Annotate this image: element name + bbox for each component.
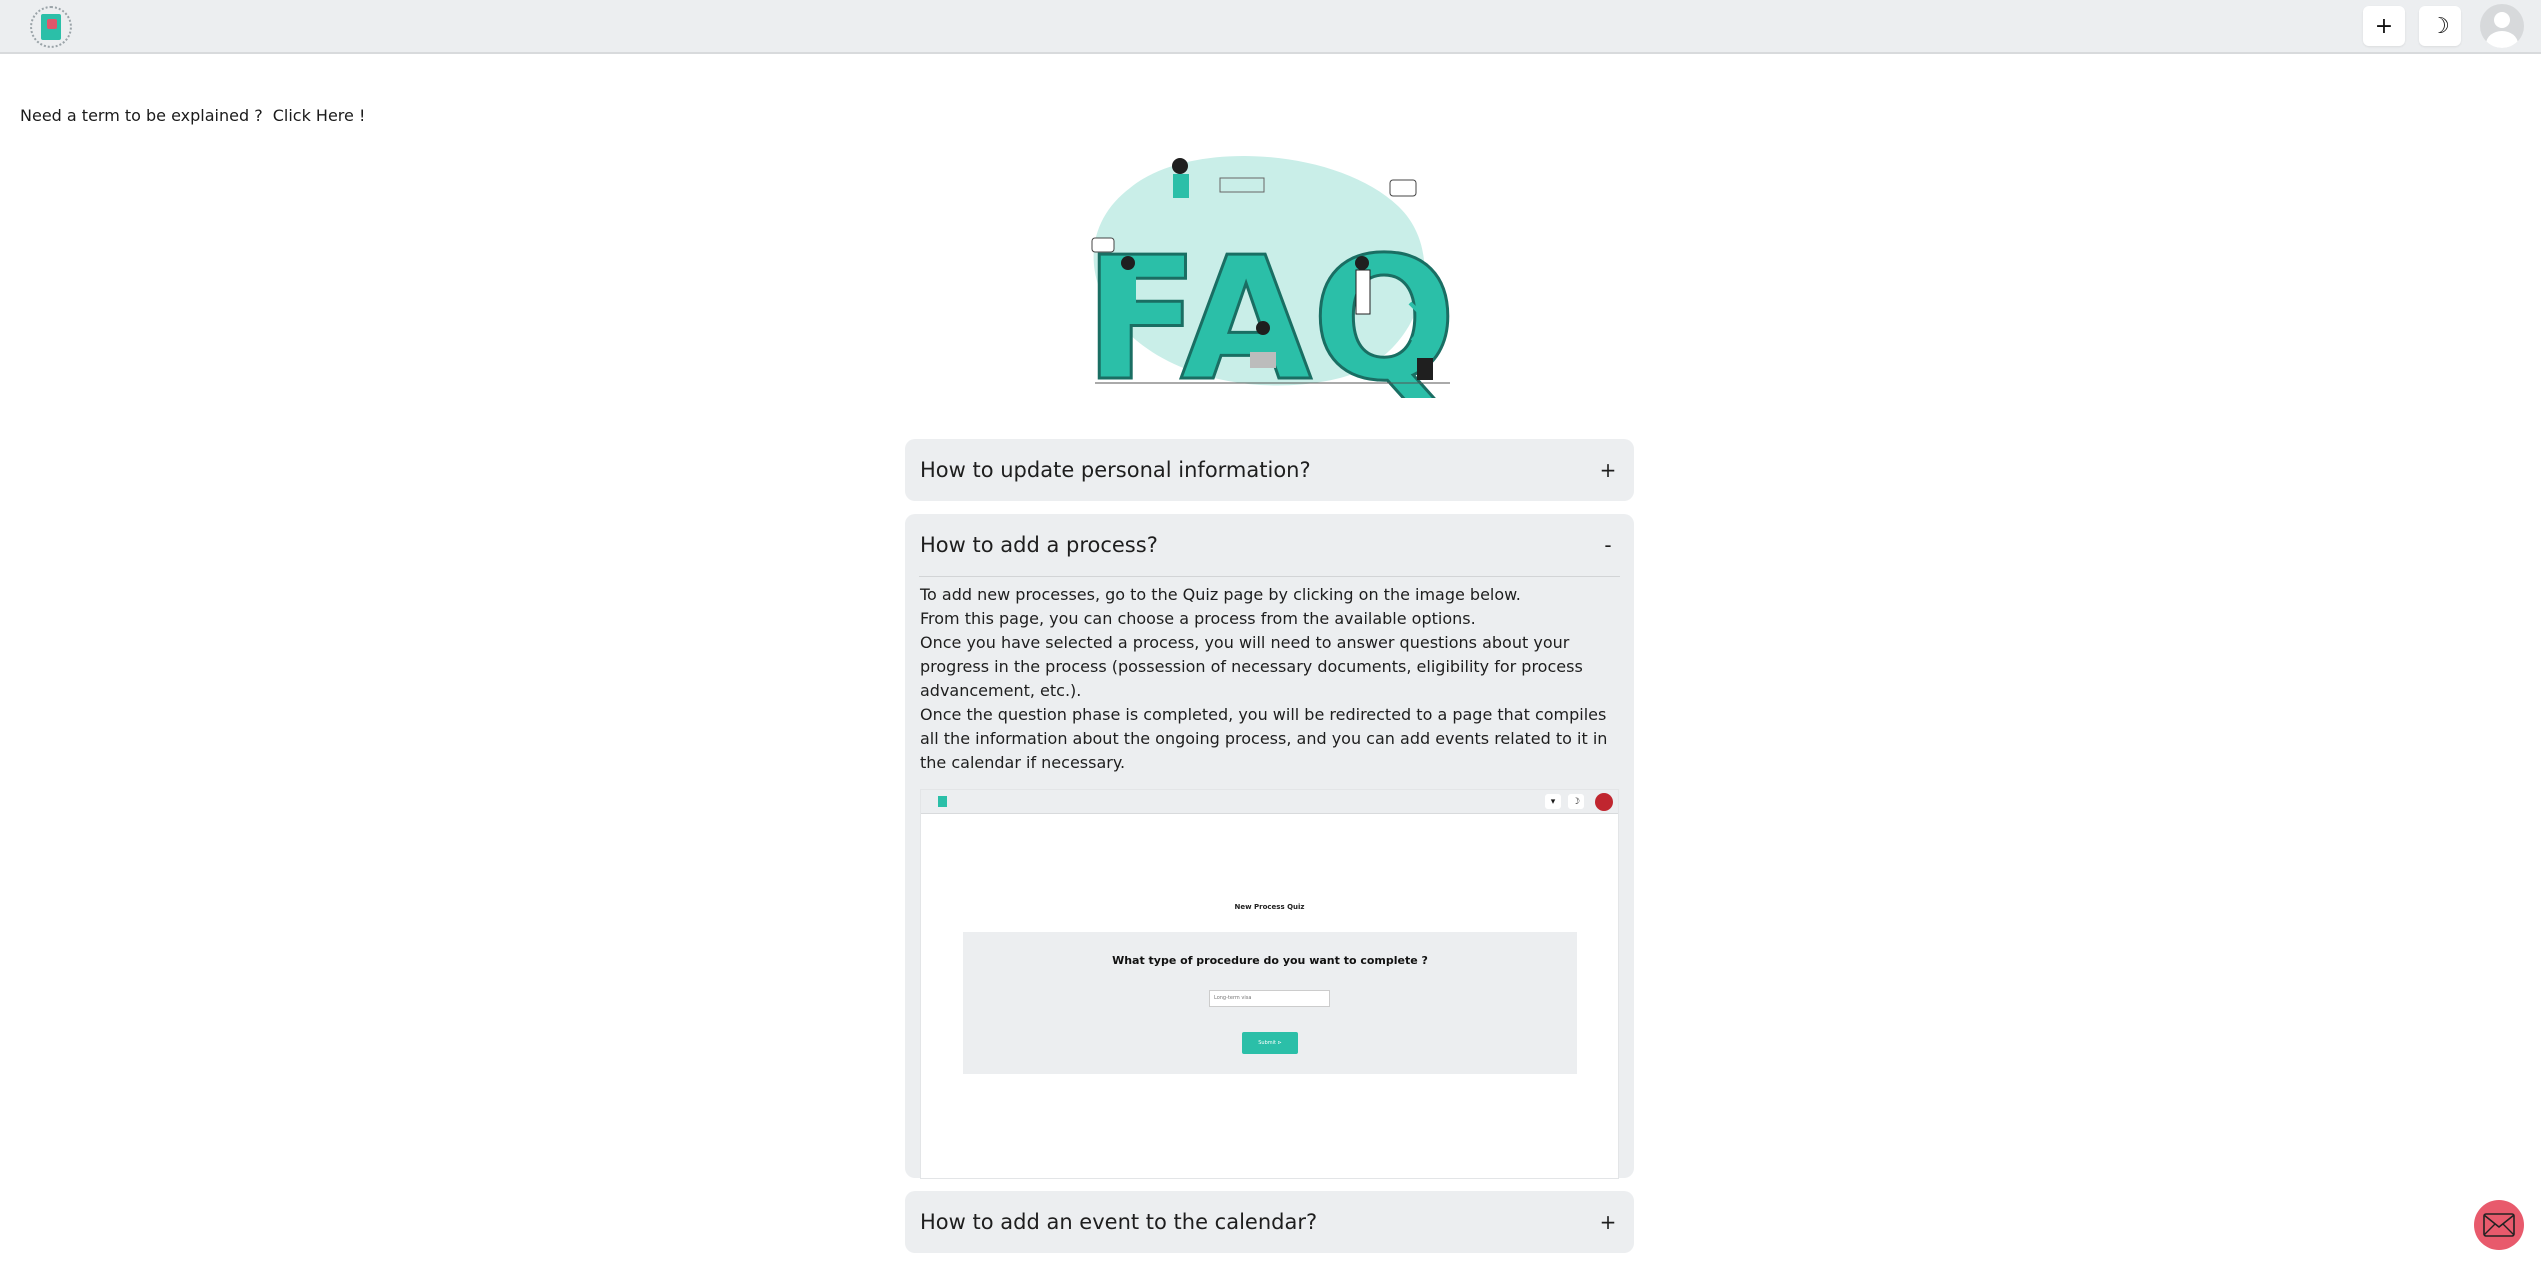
expand-icon[interactable]: + (1598, 1210, 1618, 1234)
contact-mail-button[interactable] (2474, 1200, 2524, 1250)
answer-line: Once the question phase is completed, yo… (920, 705, 1608, 772)
collapse-icon[interactable]: - (1598, 533, 1618, 557)
faq-question-header[interactable]: How to update personal information? + (905, 439, 1634, 501)
screenshot-procedure-select: Long-term visa (1209, 990, 1330, 1007)
glossary-prompt-text: Need a term to be explained ? (20, 106, 263, 125)
theme-toggle-button[interactable]: ☽ (2419, 6, 2461, 46)
faq-question: How to update personal information? (920, 458, 1311, 482)
answer-line: To add new processes, go to the Quiz pag… (920, 585, 1521, 604)
envelope-icon (2483, 1213, 2515, 1237)
faq-lettering: FAQ (1084, 221, 1457, 398)
faq-question: How to add an event to the calendar? (920, 1210, 1318, 1234)
screenshot-logo-icon (938, 796, 947, 807)
screenshot-moon-icon: ☽ (1568, 794, 1584, 809)
screenshot-navbar: ▾ ☽ (921, 790, 1618, 814)
quiz-page-screenshot-link[interactable]: ▾ ☽ New Process Quiz What type of proced… (920, 789, 1619, 1179)
answer-line: Once you have selected a process, you wi… (920, 633, 1583, 700)
add-button[interactable]: + (2363, 6, 2405, 46)
faq-answer: To add new processes, go to the Quiz pag… (905, 577, 1634, 775)
book-icon (41, 14, 61, 40)
faq-item-update-personal-info: How to update personal information? + (905, 439, 1634, 501)
faq-item-add-calendar-event: How to add an event to the calendar? + (905, 1191, 1634, 1253)
faq-item-add-process: How to add a process? - To add new proce… (905, 514, 1634, 1179)
glossary-prompt: Need a term to be explained ? Click Here … (20, 106, 365, 125)
user-avatar[interactable] (2480, 4, 2524, 48)
answer-line: From this page, you can choose a process… (920, 609, 1476, 628)
glossary-link[interactable]: Click Here ! (273, 106, 366, 125)
screenshot-page-title: New Process Quiz (1234, 903, 1305, 911)
screenshot-submit-button: Submit ⊳ (1242, 1032, 1298, 1054)
faq-question: How to add a process? (920, 533, 1158, 557)
screenshot-quiz-card: What type of procedure do you want to co… (963, 932, 1577, 1074)
expand-icon[interactable]: + (1598, 458, 1618, 482)
top-navbar: + ☽ (0, 0, 2541, 54)
faq-illustration: FAQ (1082, 155, 1458, 398)
faq-question-header[interactable]: How to add an event to the calendar? + (905, 1191, 1634, 1253)
screenshot-avatar (1595, 793, 1613, 811)
screenshot-dropdown-icon: ▾ (1545, 794, 1561, 809)
screenshot-quiz-question: What type of procedure do you want to co… (1112, 954, 1428, 967)
faq-question-header[interactable]: How to add a process? - (905, 514, 1634, 576)
app-logo[interactable] (30, 6, 72, 48)
